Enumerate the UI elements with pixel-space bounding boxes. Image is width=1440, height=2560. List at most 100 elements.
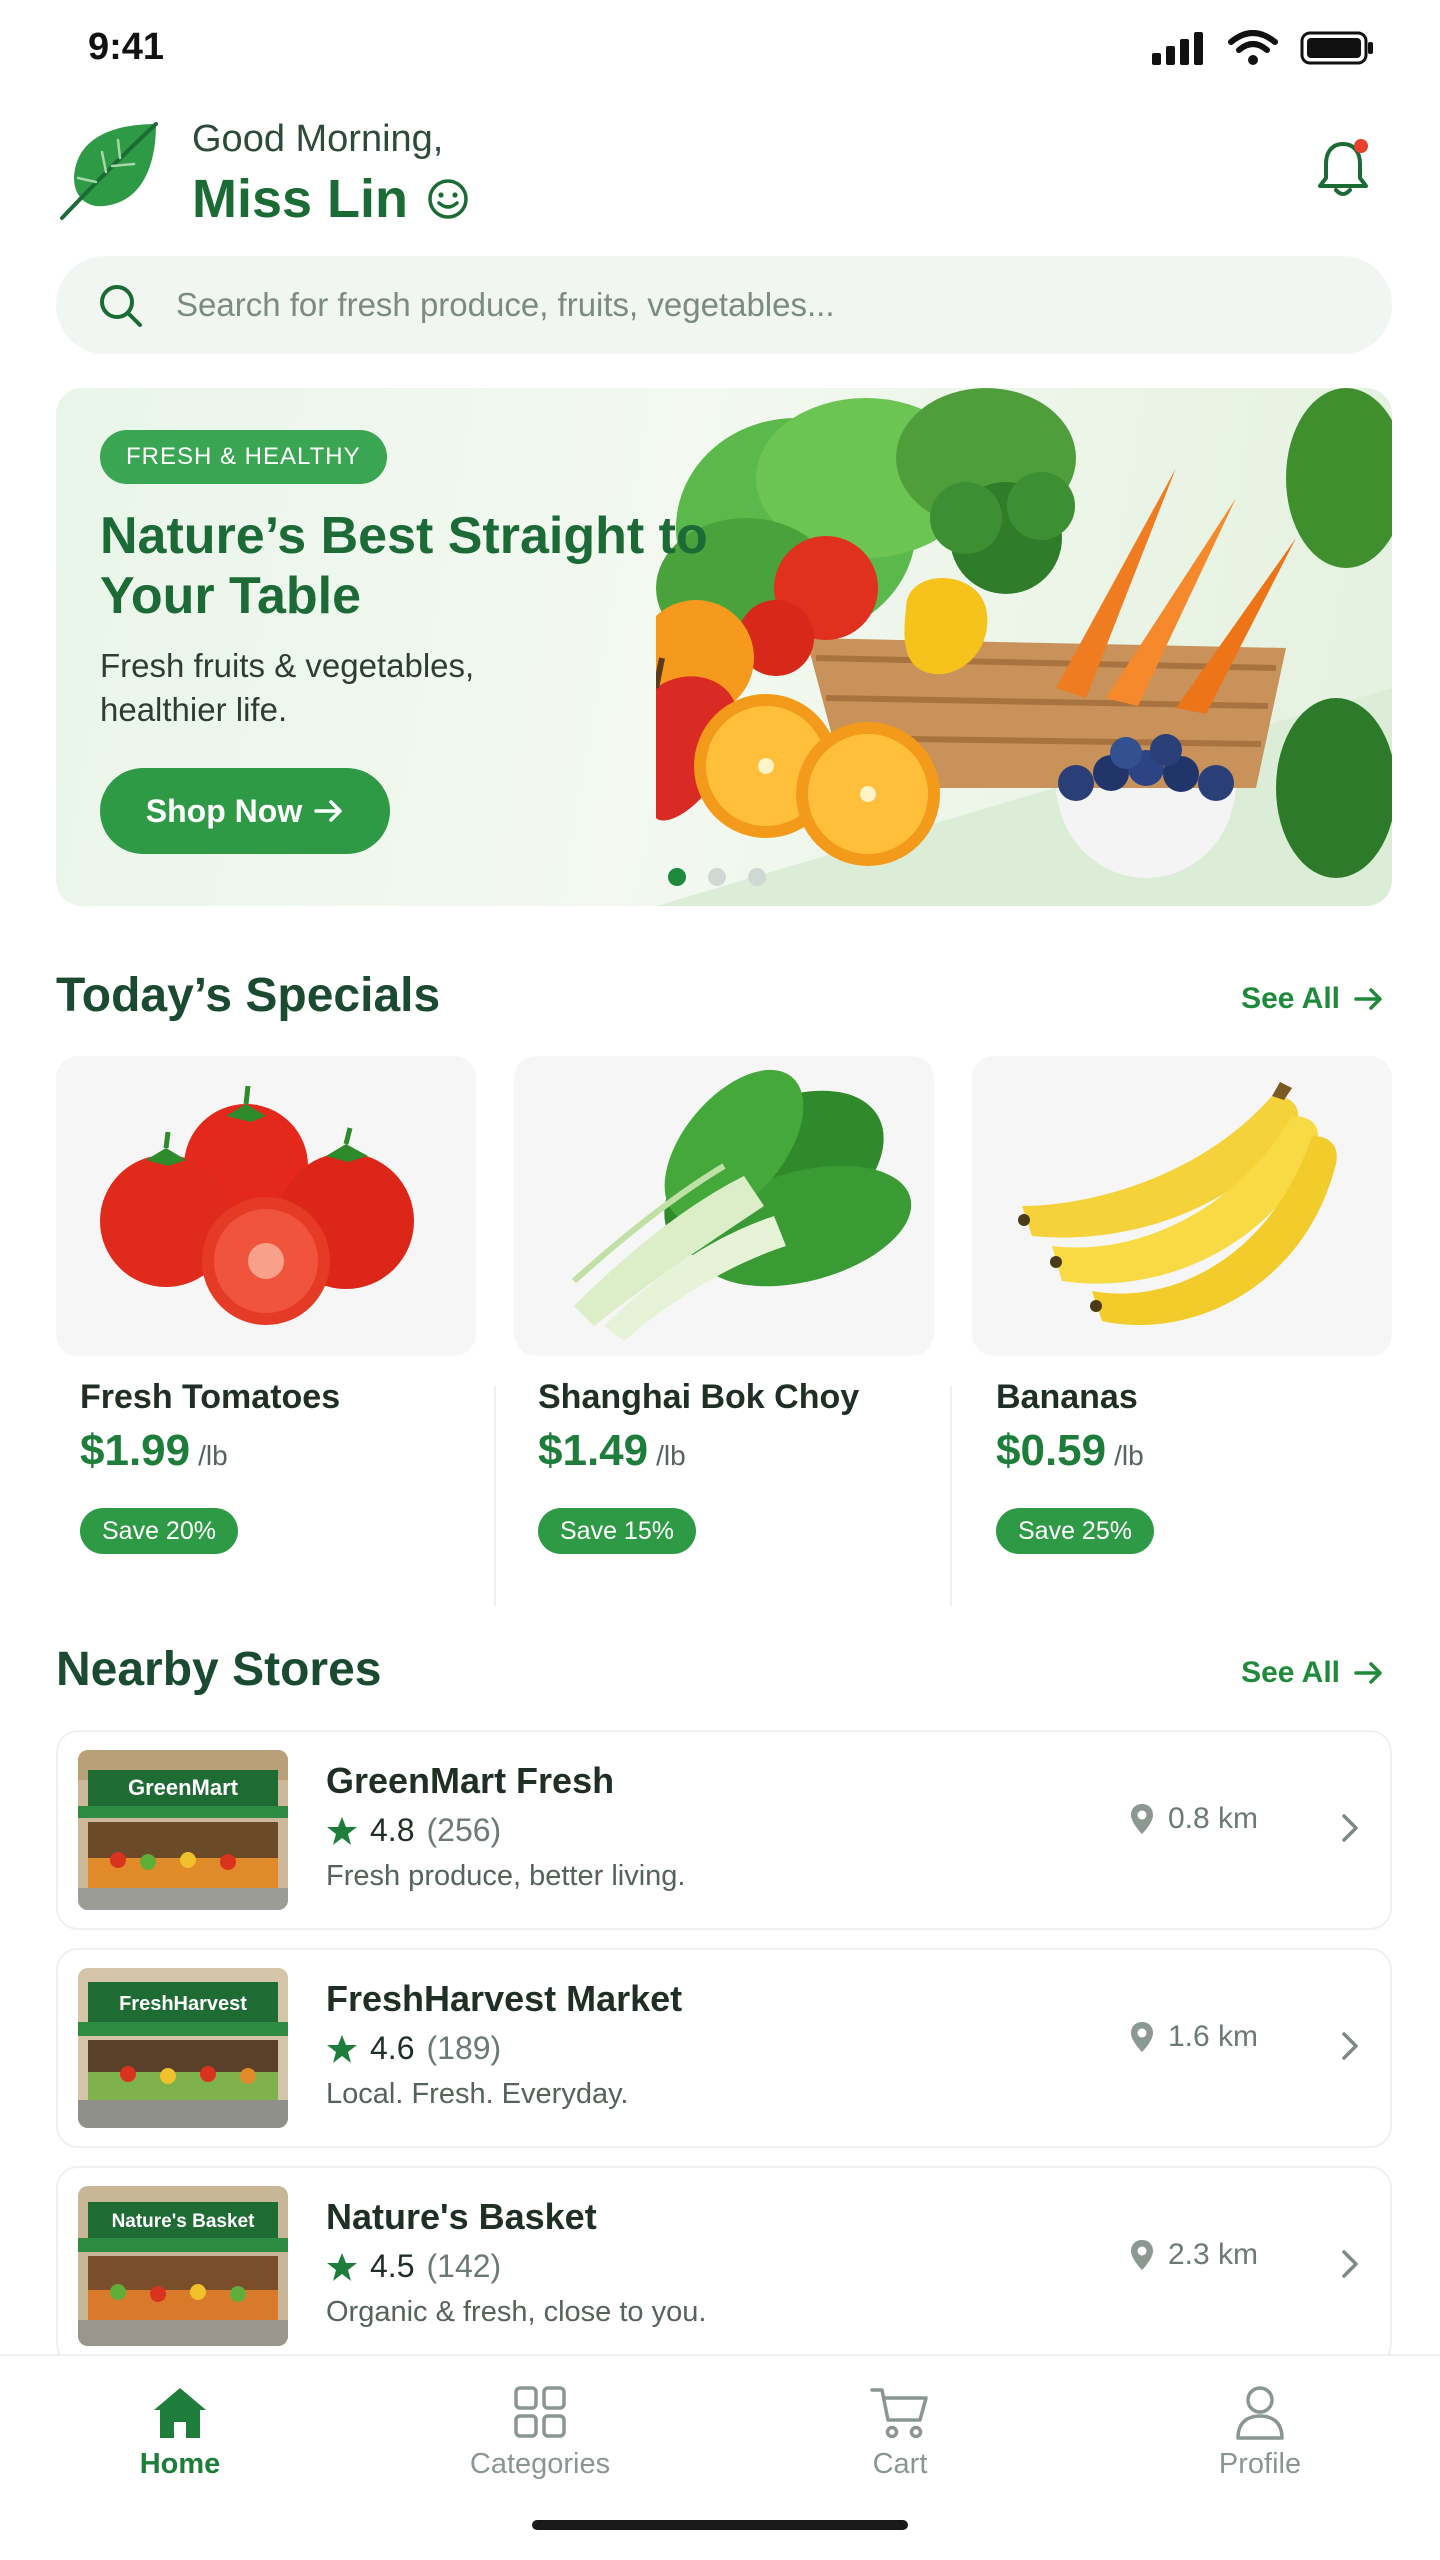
chevron-right-icon[interactable]: [1340, 1812, 1360, 1844]
home-indicator[interactable]: [532, 2520, 908, 2530]
rating-value: 4.6: [370, 2030, 415, 2066]
store-sign: GreenMart: [128, 1775, 239, 1800]
bok-choy-image: [571, 1069, 912, 1341]
shop-now-button[interactable]: Shop Now: [100, 768, 390, 854]
star-icon: [327, 2034, 357, 2063]
nav-profile-label: Profile: [1218, 2448, 1302, 2480]
store-sign: Nature's Basket: [112, 2211, 256, 2232]
carousel-dot-2[interactable]: [708, 868, 726, 886]
product-card-tomatoes[interactable]: Fresh Tomatoes $1.99/lb Save 20%: [56, 1056, 476, 1576]
carousel-dot-3[interactable]: [748, 868, 766, 886]
product-price: $1.49/lb: [538, 1426, 686, 1476]
search-bar[interactable]: [56, 256, 1392, 354]
store-distance: 1.6 km: [1130, 2020, 1258, 2054]
product-image: [514, 1056, 934, 1356]
store-name: GreenMart Fresh: [326, 1760, 615, 1801]
nav-categories[interactable]: Categories: [440, 2384, 640, 2481]
nav-categories-label: Categories: [469, 2448, 611, 2480]
produce-basket-image: [656, 388, 1392, 906]
arrow-right-icon: [1354, 1662, 1382, 1684]
store-card-freshharvest[interactable]: FreshHarvest FreshHarvest Market 4.6 (18…: [56, 1948, 1392, 2148]
grid-icon: [514, 2386, 566, 2438]
promo-banner[interactable]: FRESH & HEALTHY Nature’s Best Straight t…: [56, 388, 1392, 906]
store-distance: 2.3 km: [1130, 2238, 1258, 2272]
leaf-logo-icon: [60, 122, 158, 220]
nav-home[interactable]: Home: [80, 2384, 280, 2481]
arrow-right-icon: [314, 800, 342, 822]
status-bar: 9:41: [0, 0, 1440, 96]
nav-home-label: Home: [139, 2448, 221, 2480]
store-description: Local. Fresh. Everyday.: [326, 2078, 629, 2110]
bananas-image: [1018, 1082, 1337, 1326]
tomatoes-image: [100, 1085, 414, 1325]
product-card-bok-choy[interactable]: Shanghai Bok Choy $1.49/lb Save 15%: [514, 1056, 934, 1576]
product-card-bananas[interactable]: Bananas $0.59/lb Save 25%: [972, 1056, 1392, 1576]
notification-bell-icon[interactable]: [1312, 134, 1374, 200]
store-sign: FreshHarvest: [119, 1993, 247, 2015]
nav-cart-label: Cart: [872, 2448, 928, 2480]
store-image: FreshHarvest: [78, 1968, 288, 2128]
battery-icon: [1300, 31, 1373, 65]
carousel-dot-1[interactable]: [668, 868, 686, 886]
storefront-image: FreshHarvest: [78, 1968, 288, 2128]
product-image: [56, 1056, 476, 1356]
product-name: Fresh Tomatoes: [80, 1378, 341, 1416]
product-name: Bananas: [996, 1378, 1138, 1416]
location-pin-icon: [1131, 2240, 1153, 2270]
store-description: Fresh produce, better living.: [326, 1860, 686, 1892]
user-icon: [1236, 2386, 1284, 2440]
stores-title: Nearby Stores: [56, 1643, 382, 1696]
search-input[interactable]: [176, 286, 1276, 324]
card-divider: [950, 1386, 952, 1606]
nav-profile[interactable]: Profile: [1160, 2384, 1360, 2481]
price-unit: /lb: [198, 1440, 228, 1471]
storefront-image: GreenMart: [78, 1750, 288, 1910]
store-image: GreenMart: [78, 1750, 288, 1910]
status-time: 9:41: [88, 26, 165, 68]
rating-value: 4.5: [370, 2248, 415, 2284]
signal-icon: [1152, 32, 1203, 65]
carousel-dots[interactable]: [668, 868, 766, 886]
chevron-right-icon[interactable]: [1340, 2248, 1360, 2280]
nav-cart[interactable]: Cart: [800, 2384, 1000, 2481]
price-value: $0.59: [996, 1426, 1107, 1475]
store-image: Nature's Basket: [78, 2186, 288, 2346]
username-text: Miss Lin: [192, 169, 409, 229]
discount-badge: Save 15%: [538, 1508, 696, 1554]
username: Miss Lin: [192, 168, 470, 230]
rating-value: 4.8: [370, 1812, 415, 1848]
store-distance: 0.8 km: [1130, 1802, 1258, 1836]
stores-see-all-label: See All: [1241, 1656, 1340, 1689]
location-pin-icon: [1131, 2022, 1153, 2052]
store-card-greenmart[interactable]: GreenMart GreenMart Fresh 4.8 (256) Fres…: [56, 1730, 1392, 1930]
specials-list: Fresh Tomatoes $1.99/lb Save 20% Shangha…: [56, 1056, 1392, 1606]
store-rating: 4.5 (142): [326, 2248, 501, 2285]
cart-icon: [870, 2388, 928, 2439]
chevron-right-icon[interactable]: [1340, 2030, 1360, 2062]
card-divider: [494, 1386, 496, 1606]
home-icon: [154, 2388, 206, 2438]
review-count: (256): [426, 1812, 502, 1848]
price-unit: /lb: [1114, 1440, 1144, 1471]
stores-see-all-link[interactable]: See All: [1241, 1656, 1384, 1690]
review-count: (142): [426, 2248, 502, 2284]
banner-title: Nature’s Best Straight to Your Table: [100, 507, 708, 625]
discount-badge: Save 25%: [996, 1508, 1154, 1554]
specials-see-all-link[interactable]: See All: [1241, 982, 1384, 1016]
greeting-text: Good Morning,: [192, 118, 444, 160]
price-unit: /lb: [656, 1440, 686, 1471]
location-pin-icon: [1131, 1804, 1153, 1834]
store-rating: 4.6 (189): [326, 2030, 501, 2067]
specials-title: Today’s Specials: [56, 969, 441, 1022]
product-name: Shanghai Bok Choy: [538, 1378, 860, 1416]
search-icon: [100, 285, 142, 327]
price-value: $1.99: [80, 1426, 191, 1475]
distance-value: 0.8 km: [1168, 1802, 1259, 1835]
product-image: [972, 1056, 1392, 1356]
arrow-right-icon: [1354, 988, 1382, 1010]
store-card-natures-basket[interactable]: Nature's Basket Nature's Basket 4.5 (142…: [56, 2166, 1392, 2366]
star-icon: [327, 2252, 357, 2281]
product-price: $1.99/lb: [80, 1426, 228, 1476]
banner-tag: FRESH & HEALTHY: [100, 430, 387, 484]
store-description: Organic & fresh, close to you.: [326, 2296, 707, 2328]
